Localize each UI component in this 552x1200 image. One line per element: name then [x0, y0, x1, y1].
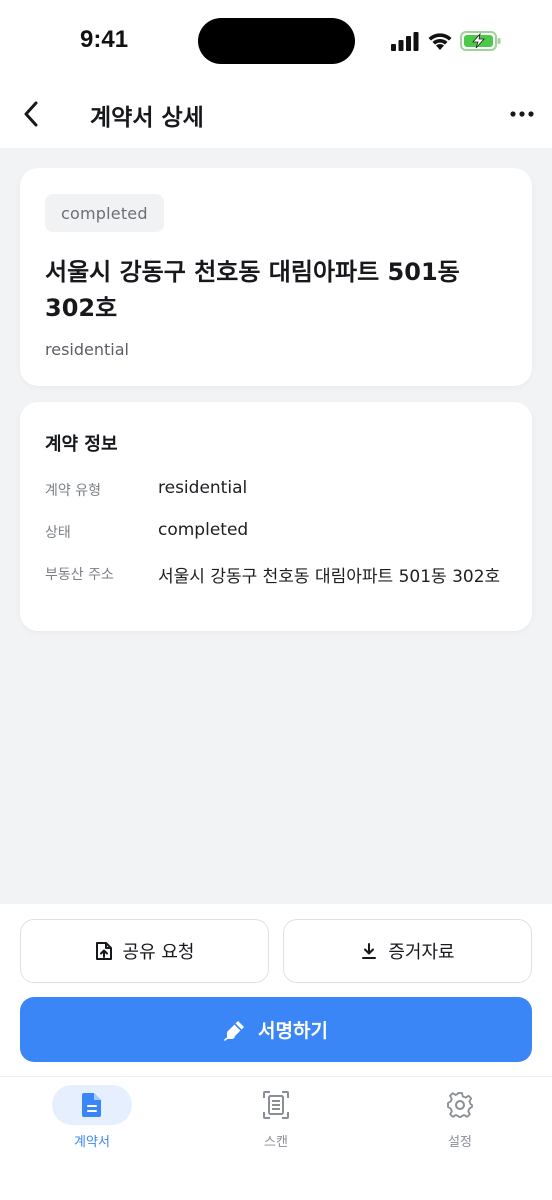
- status-badge: completed: [45, 194, 164, 232]
- signature-pen-icon: [224, 1020, 245, 1041]
- back-button[interactable]: [16, 98, 46, 130]
- gear-icon: [447, 1092, 473, 1118]
- page-title: 계약서 상세: [90, 105, 204, 131]
- contract-type-text: residential: [45, 340, 129, 359]
- sign-label: 서명하기: [258, 1020, 328, 1042]
- tab-label: 설정: [448, 1135, 472, 1150]
- tab-label: 스캔: [264, 1135, 288, 1150]
- more-horizontal-icon: [510, 111, 534, 117]
- status-bar: 9:41: [0, 0, 552, 80]
- tab-contracts[interactable]: 계약서: [32, 1085, 152, 1155]
- file-upload-icon: [95, 942, 112, 960]
- signal-icon: [391, 32, 419, 51]
- info-row-status: 상태 completed: [45, 520, 515, 544]
- info-label: 부동산 주소: [45, 567, 114, 583]
- share-request-label: 공유 요청: [122, 942, 195, 963]
- battery-charging-icon: [460, 31, 501, 51]
- info-row-type: 계약 유형 residential: [45, 478, 515, 502]
- wifi-icon: [428, 33, 452, 50]
- scan-icon: [263, 1091, 289, 1119]
- info-value: completed: [158, 520, 249, 540]
- tab-icon-wrap: [420, 1085, 500, 1125]
- tab-label: 계약서: [74, 1135, 110, 1150]
- status-time: 9:41: [80, 26, 129, 53]
- tab-bar: 계약서 스캔 설정: [0, 1076, 552, 1200]
- evidence-label: 증거자료: [388, 942, 455, 963]
- contract-summary-card: completed 서울시 강동구 천호동 대림아파트 501동 302호 re…: [20, 168, 532, 386]
- download-icon: [362, 943, 377, 959]
- status-icons: [390, 28, 502, 54]
- action-area: 공유 요청 증거자료 서명하기: [0, 904, 552, 1076]
- tab-contracts-highlight: [52, 1085, 132, 1125]
- content-area: completed 서울시 강동구 천호동 대림아파트 501동 302호 re…: [0, 148, 552, 904]
- nav-bar: 계약서 상세: [0, 80, 552, 148]
- evidence-button[interactable]: 증거자료: [283, 919, 532, 983]
- more-button[interactable]: [504, 100, 540, 128]
- info-value: residential: [158, 478, 248, 498]
- property-title: 서울시 강동구 천호동 대림아파트 501동 302호: [45, 258, 460, 322]
- dynamic-island: [198, 18, 355, 64]
- tab-icon-wrap: [236, 1085, 316, 1125]
- share-request-button[interactable]: 공유 요청: [20, 919, 269, 983]
- contract-info-card: 계약 정보 계약 유형 residential 상태 completed 부동산…: [20, 402, 532, 631]
- info-label: 계약 유형: [45, 483, 101, 499]
- info-value: 서울시 강동구 천호동 대림아파트 501동 302호: [158, 567, 501, 587]
- info-label: 상태: [45, 525, 71, 541]
- chevron-left-icon: [24, 101, 38, 127]
- info-row-address: 부동산 주소 서울시 강동구 천호동 대림아파트 501동 302호: [45, 562, 515, 587]
- tab-scan[interactable]: 스캔: [216, 1085, 336, 1155]
- sign-button[interactable]: 서명하기: [20, 997, 532, 1062]
- info-heading: 계약 정보: [45, 434, 118, 455]
- tab-settings[interactable]: 설정: [400, 1085, 520, 1155]
- document-icon: [82, 1093, 101, 1117]
